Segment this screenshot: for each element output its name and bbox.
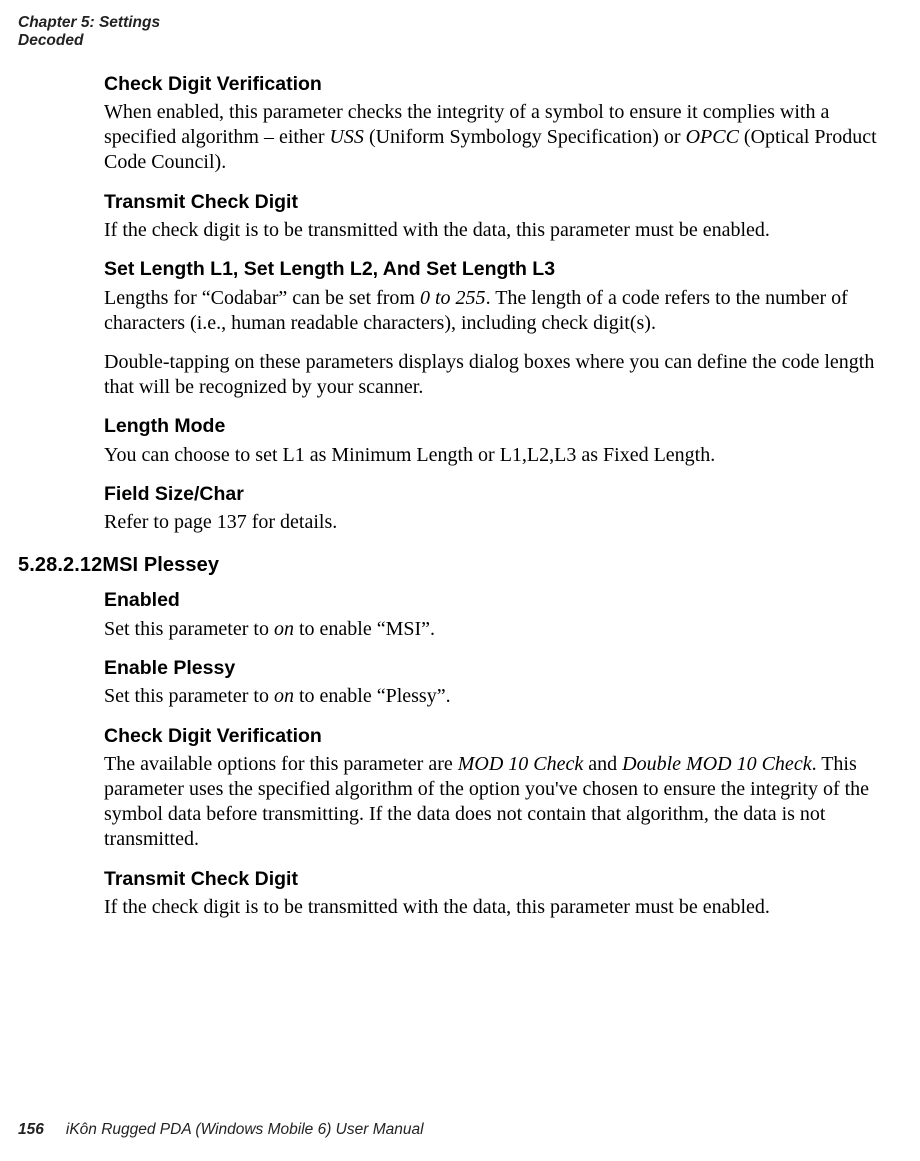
para-cdv2: The available options for this parameter… <box>104 752 896 853</box>
text-cdv1-opcc: OPCC <box>686 126 739 148</box>
heading-field-size: Field Size/Char <box>104 482 896 506</box>
text-eplessy-post: to enable “Plessy”. <box>294 685 451 707</box>
text-cdv2-alg1: MOD 10 Check <box>458 753 584 775</box>
para-tcd2: If the check digit is to be transmitted … <box>104 895 896 920</box>
text-cdv2-pre: The available options for this parameter… <box>104 753 458 775</box>
heading-msi-plessey: 5.28.2.12MSI Plessey <box>18 553 896 578</box>
heading-enabled: Enabled <box>104 588 896 612</box>
para-enabled: Set this parameter to on to enable “MSI”… <box>104 617 896 642</box>
heading-length-mode: Length Mode <box>104 414 896 438</box>
text-eplessy-pre: Set this parameter to <box>104 685 274 707</box>
section-title: MSI Plessey <box>102 554 219 576</box>
text-cdv1-mid: (Uniform Symbology Specification) or <box>364 126 686 148</box>
page-number: 156 <box>18 1121 44 1138</box>
text-enabled-pre: Set this parameter to <box>104 618 274 640</box>
heading-transmit-check-digit-1: Transmit Check Digit <box>104 190 896 214</box>
para-lenmode: You can choose to set L1 as Minimum Leng… <box>104 443 896 468</box>
para-cdv1: When enabled, this parameter checks the … <box>104 100 896 176</box>
text-cdv2-alg2: Double MOD 10 Check <box>622 753 811 775</box>
text-enabled-on: on <box>274 618 294 640</box>
para-eplessy: Set this parameter to on to enable “Ples… <box>104 684 896 709</box>
book-title: iKôn Rugged PDA (Windows Mobile 6) User … <box>66 1121 424 1138</box>
heading-check-digit-verification-2: Check Digit Verification <box>104 724 896 748</box>
para-fsize: Refer to page 137 for details. <box>104 510 896 535</box>
text-cdv2-mid: and <box>583 753 622 775</box>
text-setlen-pre: Lengths for “Codabar” can be set from <box>104 287 420 309</box>
text-eplessy-on: on <box>274 685 294 707</box>
para-tcd1: If the check digit is to be transmitted … <box>104 218 896 243</box>
text-enabled-post: to enable “MSI”. <box>294 618 435 640</box>
para-setlen-1: Lengths for “Codabar” can be set from 0 … <box>104 286 896 336</box>
footer: 156 iKôn Rugged PDA (Windows Mobile 6) Us… <box>18 1120 424 1139</box>
running-header: Chapter 5: Settings Decoded <box>18 14 902 50</box>
heading-check-digit-verification-1: Check Digit Verification <box>104 72 896 96</box>
heading-transmit-check-digit-2: Transmit Check Digit <box>104 867 896 891</box>
text-cdv1-uss: USS <box>329 126 363 148</box>
para-setlen-2: Double-tapping on these parameters displ… <box>104 350 896 400</box>
heading-set-length: Set Length L1, Set Length L2, And Set Le… <box>104 257 896 281</box>
section-number: 5.28.2.12 <box>18 554 102 576</box>
running-header-line2: Decoded <box>18 32 902 50</box>
running-header-line1: Chapter 5: Settings <box>18 14 902 32</box>
page: Chapter 5: Settings Decoded Check Digit … <box>0 0 920 1161</box>
text-setlen-range: 0 to 255 <box>420 287 486 309</box>
heading-enable-plessy: Enable Plessy <box>104 656 896 680</box>
content-area: Check Digit Verification When enabled, t… <box>104 72 896 921</box>
